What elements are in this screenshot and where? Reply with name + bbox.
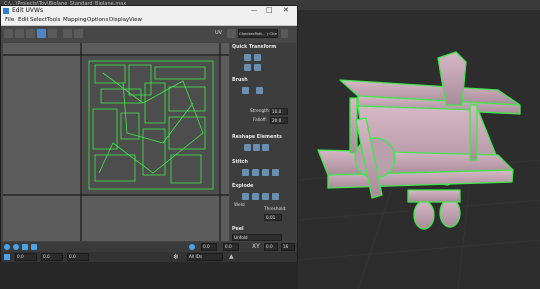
menu-view[interactable]: View [129,17,142,23]
biplane-model [298,51,540,289]
stitch-icon-4[interactable] [272,169,279,176]
select-mode-icon[interactable] [4,244,10,250]
tool-panel: Quick Transform Brush Strength: 10.0 Fal… [230,43,296,241]
status-bar: 0.0 0.0 0.0 ❄ All IDs ▲ [1,252,297,262]
quick-transform-heading[interactable]: Quick Transform [232,45,276,50]
w-value-field[interactable]: 0.0 [67,253,89,261]
menu-file[interactable]: File [5,17,14,23]
reshape-icon-3[interactable] [262,144,269,151]
close-icon[interactable]: ✕ [283,6,289,14]
v-input[interactable]: 0.0 [223,243,239,251]
stitch-icon-1[interactable] [242,169,249,176]
grid-icon[interactable] [63,29,72,38]
relax-brush-icon[interactable] [242,87,249,94]
move-icon[interactable] [4,29,13,38]
menu-tools[interactable]: Tools [47,17,61,23]
minimize-icon[interactable]: — [251,7,257,14]
threshold-input[interactable]: 0.01 [264,214,282,221]
options-icon[interactable] [281,29,288,38]
menu-options[interactable]: Options [87,17,108,23]
edit-uvws-window[interactable]: Edit UVWs — □ ✕ File Edit Select Tools M… [0,5,298,262]
unfold-dropdown[interactable]: Unfold [232,234,282,241]
strength-input[interactable]: 10.0 [270,108,288,115]
strength-label: Strength: [250,109,271,114]
edge-mode-icon[interactable] [22,244,28,250]
uv-label: UV [215,30,223,36]
menu-mapping[interactable]: Mapping [63,17,87,23]
explode-heading[interactable]: Explode [232,184,253,189]
reshape-icon-2[interactable] [253,144,260,151]
falloff-input[interactable]: 20.0 [270,117,288,124]
checker-dropdown[interactable]: CheckerPatt... ( Checker ) [238,29,278,38]
window-title: Edit UVWs [12,7,44,14]
maximize-icon[interactable]: □ [266,6,273,14]
align-icon[interactable] [244,54,251,61]
xy-label: XY [252,243,260,250]
host-viewport-strip [0,262,298,289]
threshold-label: Threshold: [264,207,287,212]
explode-icon-4[interactable] [272,193,279,200]
menu-edit[interactable]: Edit [18,17,29,23]
vertex-mode-icon[interactable] [13,244,19,250]
paint-brush-icon[interactable] [256,87,263,94]
weld-label: Weld [234,203,245,208]
texture-icon[interactable] [227,29,236,38]
explode-icon-2[interactable] [252,193,259,200]
w-input[interactable]: 0.0 [264,243,278,251]
zoom-input[interactable]: 16 [281,243,295,251]
uv-canvas[interactable] [3,43,229,241]
bottom-toolbar: 0.0 0.0 XY 0.0 16 [1,242,297,252]
snap-icon[interactable] [74,29,83,38]
rotate-icon[interactable] [15,29,24,38]
filter-icon[interactable]: ▲ [229,253,234,260]
explode-icon-3[interactable] [262,193,269,200]
app-icon [3,8,9,14]
u-value-field[interactable]: 0.0 [15,253,37,261]
align-h-icon[interactable] [244,64,251,71]
stitch-icon-2[interactable] [252,169,259,176]
align-v-icon[interactable] [254,64,261,71]
falloff-label: Falloff: [253,118,268,123]
menu-bar: File Edit Select Tools Mapping Options D… [1,16,297,26]
scale-icon[interactable] [26,29,35,38]
reshape-heading[interactable]: Reshape Elements [232,135,282,140]
lock-icon[interactable] [4,254,10,260]
uv-toolbar: UV CheckerPatt... ( Checker ) [1,26,297,42]
reshape-icon-1[interactable] [244,144,251,151]
mirror-icon[interactable] [48,29,57,38]
perspective-viewport[interactable] [298,10,540,289]
menu-select[interactable]: Select [30,17,47,23]
brush-heading[interactable]: Brush [232,78,248,83]
explode-icon-1[interactable] [242,193,249,200]
all-ids-dropdown[interactable]: All IDs [187,253,223,261]
v-value-field[interactable]: 0.0 [41,253,63,261]
stitch-icon-3[interactable] [262,169,269,176]
straighten-icon[interactable] [254,54,261,61]
stitch-heading[interactable]: Stitch [232,160,248,165]
world-icon[interactable] [189,244,195,250]
uv-layout [3,43,229,241]
peel-heading[interactable]: Peel [232,227,244,232]
u-input[interactable]: 0.0 [201,243,217,251]
snowflake-icon[interactable]: ❄ [173,253,179,261]
menu-display[interactable]: Display [109,17,129,23]
face-mode-icon[interactable] [31,244,37,250]
freeform-icon[interactable] [37,29,46,38]
window-titlebar[interactable]: Edit UVWs — □ ✕ [1,6,297,16]
